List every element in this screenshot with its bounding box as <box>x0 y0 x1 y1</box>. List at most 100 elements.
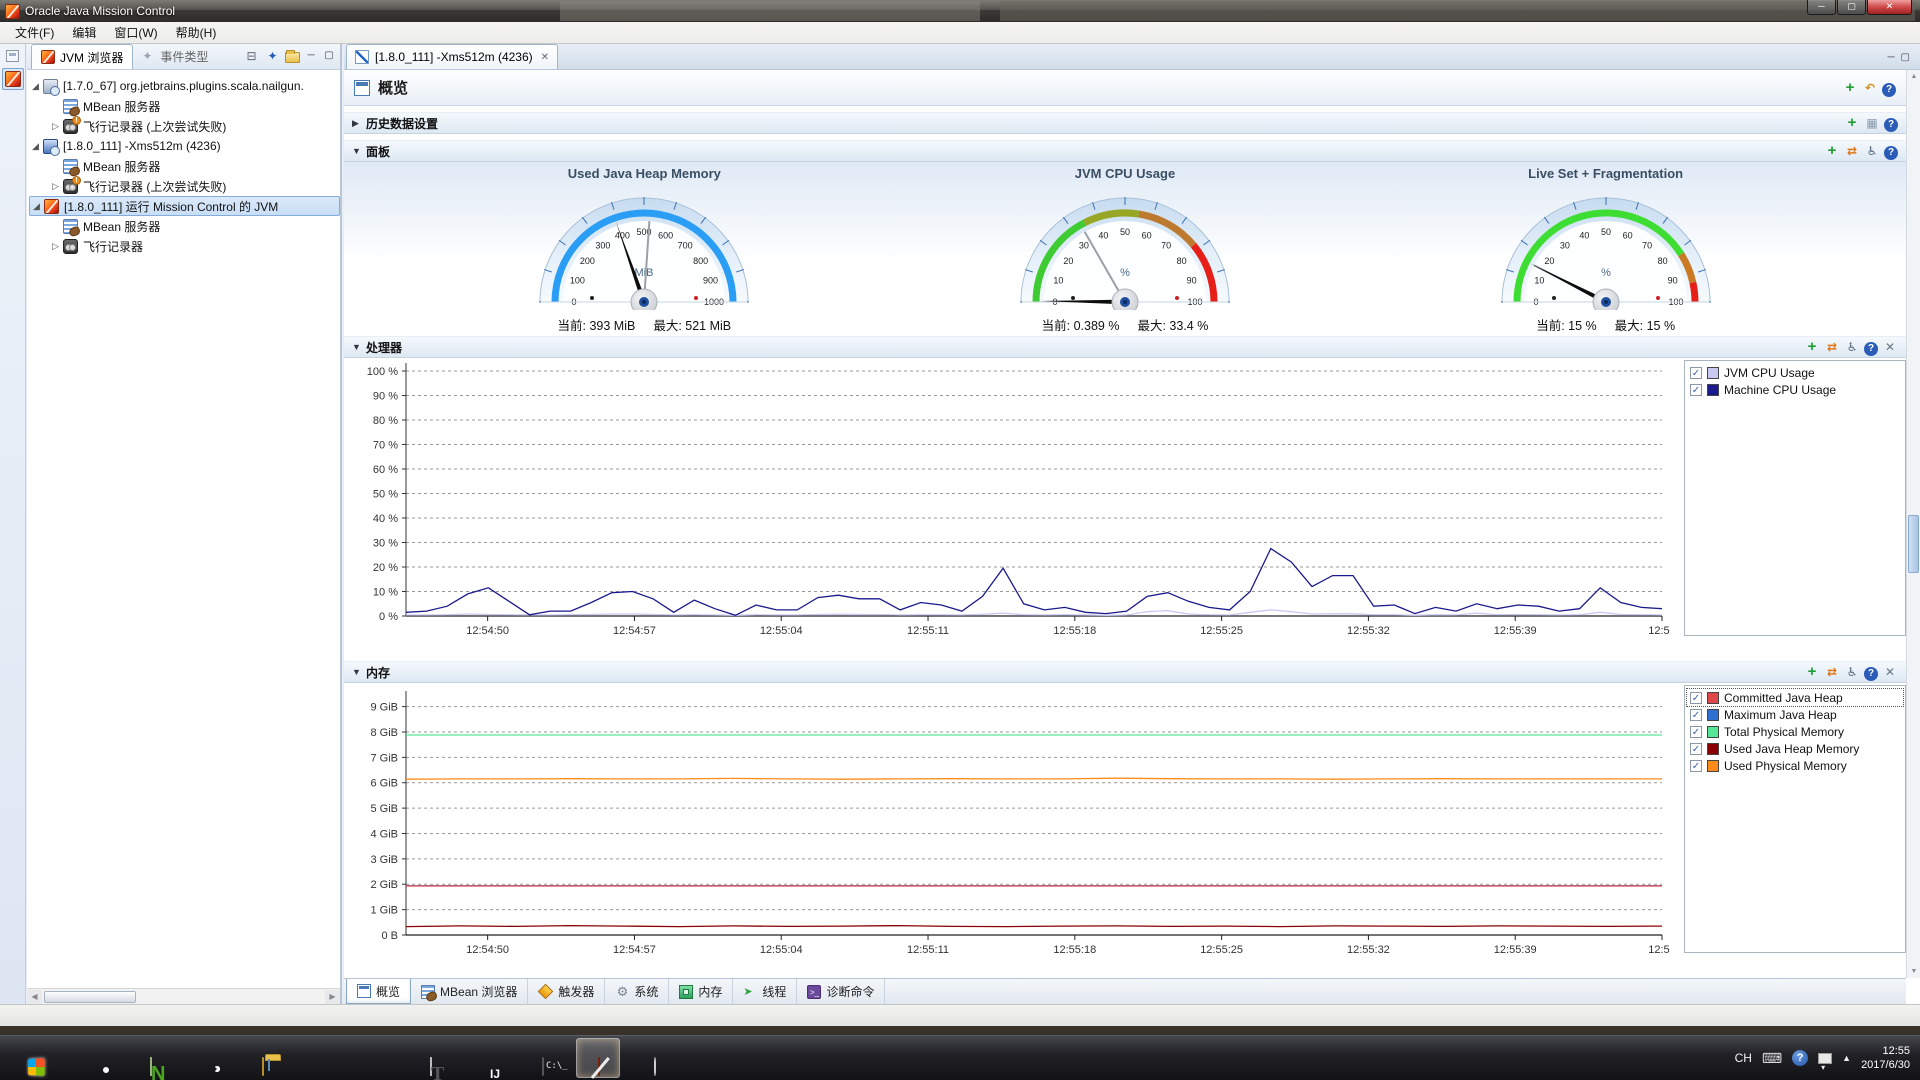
tree-item[interactable]: MBean 服务器 <box>49 216 340 236</box>
new-connection-icon[interactable] <box>264 48 281 64</box>
legend-row[interactable]: ✓ Used Physical Memory <box>1687 757 1903 774</box>
help-icon[interactable] <box>1884 118 1898 132</box>
add-chart-icon[interactable] <box>1844 115 1860 131</box>
legend-checkbox[interactable]: ✓ <box>1690 759 1702 772</box>
accessibility-icon[interactable] <box>1844 664 1860 680</box>
section-dashboard[interactable]: ▼ 面板 <box>344 140 1906 162</box>
keyboard-icon[interactable]: ⌨ <box>1762 1050 1782 1067</box>
legend-row[interactable]: ✓ JVM CPU Usage <box>1687 364 1903 381</box>
java-mission-control-icon[interactable] <box>576 1038 620 1078</box>
accessibility-icon[interactable] <box>1864 143 1880 159</box>
section-history-settings[interactable]: ▶ 历史数据设置 <box>344 112 1906 134</box>
scroll-left-arrow[interactable]: ◀ <box>27 990 42 1004</box>
minimize-view-icon[interactable]: ─ <box>304 48 318 64</box>
legend-row[interactable]: ✓ Used Java Heap Memory <box>1687 740 1903 757</box>
help-icon[interactable] <box>1882 82 1896 97</box>
jmc-fast-view-icon[interactable] <box>2 68 24 90</box>
legend-row[interactable]: ✓ Committed Java Heap <box>1686 688 1904 707</box>
legend-checkbox[interactable]: ✓ <box>1690 725 1702 738</box>
legend-checkbox[interactable]: ✓ <box>1690 691 1702 704</box>
legend-row[interactable]: ✓ Total Physical Memory <box>1687 723 1903 740</box>
legend-checkbox[interactable]: ✓ <box>1690 742 1702 755</box>
console-tab-memory[interactable]: 内存 <box>669 979 734 1004</box>
reset-page-icon[interactable] <box>1862 80 1878 96</box>
menu-edit[interactable]: 编辑 <box>63 22 105 43</box>
editor-vscrollbar[interactable]: ▲ ▼ <box>1906 70 1920 978</box>
start-button[interactable] <box>10 1038 60 1078</box>
help-icon[interactable] <box>1864 342 1878 356</box>
add-attribute-icon[interactable] <box>1804 664 1820 680</box>
console-tab-overview[interactable]: 概览 <box>346 979 412 1004</box>
collapse-icon[interactable]: ▼ <box>352 146 364 156</box>
typora-icon[interactable] <box>408 1038 452 1078</box>
notepad-plus-icon[interactable] <box>128 1038 172 1078</box>
maximize-view-icon[interactable]: ▢ <box>1901 52 1910 63</box>
legend-checkbox[interactable]: ✓ <box>1690 383 1702 396</box>
add-chart-icon[interactable] <box>1842 80 1858 96</box>
update-interval-icon[interactable] <box>1824 664 1840 680</box>
add-attribute-icon[interactable] <box>1804 339 1820 355</box>
tree-item[interactable]: ◢ [1.8.0_111] 运行 Mission Control 的 JVM <box>29 196 340 216</box>
file-explorer-icon[interactable] <box>240 1038 284 1078</box>
chart-settings-icon[interactable] <box>1864 115 1880 131</box>
paw-circle-app-icon[interactable] <box>632 1038 676 1078</box>
console-tab-system[interactable]: 系统 <box>605 979 670 1004</box>
tree-item[interactable]: ◢ [1.7.0_67] org.jetbrains.plugins.scala.… <box>29 76 340 96</box>
minimize-button[interactable]: ─ <box>1807 0 1836 15</box>
tab-jvm-browser[interactable]: JVM 浏览器 <box>31 44 134 69</box>
expand-twisty-icon[interactable]: ▷ <box>49 121 62 132</box>
scroll-up-arrow[interactable]: ▲ <box>1908 70 1920 83</box>
tree-item[interactable]: MBean 服务器 <box>49 156 340 176</box>
tree-item[interactable]: MBean 服务器 <box>49 96 340 116</box>
expand-twisty-icon[interactable]: ▷ <box>49 241 62 252</box>
scroll-right-arrow[interactable]: ▶ <box>325 990 340 1004</box>
console-tab-trigger[interactable]: 触发器 <box>528 979 606 1004</box>
chrome-icon[interactable] <box>72 1038 116 1078</box>
close-icon[interactable] <box>1882 339 1898 355</box>
restore-view-icon[interactable] <box>6 50 19 62</box>
help-icon[interactable] <box>1864 667 1878 681</box>
legend-row[interactable]: ✓ Maximum Java Heap <box>1687 706 1903 723</box>
diamond-grid-app-icon[interactable] <box>296 1038 340 1078</box>
console-tab-diag[interactable]: 诊断命令 <box>797 979 886 1004</box>
add-chart-icon[interactable] <box>1824 143 1840 159</box>
tree-item[interactable]: ◢ [1.8.0_111] -Xms512m (4236) <box>29 136 340 156</box>
section-memory[interactable]: ▼ 内存 <box>344 661 1906 683</box>
help-icon[interactable] <box>1884 146 1898 160</box>
section-processor[interactable]: ▼ 处理器 <box>344 336 1906 358</box>
collapse-icon[interactable]: ▼ <box>352 342 364 352</box>
legend-checkbox[interactable]: ✓ <box>1690 708 1702 721</box>
console-tab-mbean[interactable]: MBean 浏览器 <box>411 979 529 1004</box>
console-tab-threads[interactable]: 线程 <box>733 979 798 1004</box>
editor-tab[interactable]: [1.8.0_111] -Xms512m (4236) ✕ <box>346 44 559 69</box>
tree-item[interactable]: ▷! 飞行记录器 (上次尝试失败) <box>49 115 340 136</box>
update-interval-icon[interactable] <box>1824 339 1840 355</box>
accessibility-icon[interactable] <box>1844 339 1860 355</box>
legend-checkbox[interactable]: ✓ <box>1690 366 1702 379</box>
minimize-view-icon[interactable]: ─ <box>1887 52 1894 63</box>
hscroll-thumb[interactable] <box>44 991 136 1003</box>
close-button[interactable]: ✕ <box>1867 0 1912 15</box>
tab-event-types[interactable]: ✦ 事件类型 <box>133 44 217 69</box>
tray-help-icon[interactable]: ? <box>1792 1050 1809 1066</box>
expand-icon[interactable]: ▶ <box>352 118 364 129</box>
show-hidden-icons-arrow[interactable]: ▲ <box>1842 1053 1851 1063</box>
command-prompt-icon[interactable] <box>520 1038 564 1078</box>
sidebar-hscrollbar[interactable]: ◀ ▶ <box>27 988 340 1004</box>
processor-chart[interactable]: 0 % 10 % 20 % 30 % 40 % 50 % 60 % 70 % 80 % 90 % 1… <box>350 358 1676 655</box>
tray-window-icon[interactable] <box>1818 1052 1833 1072</box>
menu-window[interactable]: 窗口(W) <box>105 22 166 43</box>
tree-item[interactable]: ▷ 飞行记录器 <box>49 236 340 256</box>
expand-tree-icon[interactable] <box>243 48 260 64</box>
language-indicator[interactable]: CH <box>1735 1051 1752 1065</box>
green-circle-app-icon[interactable] <box>184 1038 228 1078</box>
intellij-idea-icon[interactable] <box>464 1038 508 1078</box>
tab-close-icon[interactable]: ✕ <box>541 52 549 63</box>
collapse-twisty-icon[interactable]: ◢ <box>29 81 42 92</box>
close-icon[interactable] <box>1882 664 1898 680</box>
new-folder-icon[interactable] <box>285 50 300 63</box>
expand-twisty-icon[interactable]: ▷ <box>49 181 62 192</box>
collapse-icon[interactable]: ▼ <box>352 667 364 677</box>
maximize-button[interactable]: ▢ <box>1837 0 1866 15</box>
memory-chart[interactable]: 0 B 1 GiB 2 GiB 3 GiB 4 GiB 5 GiB 6 GiB 7 GiB 8 … <box>350 683 1676 976</box>
